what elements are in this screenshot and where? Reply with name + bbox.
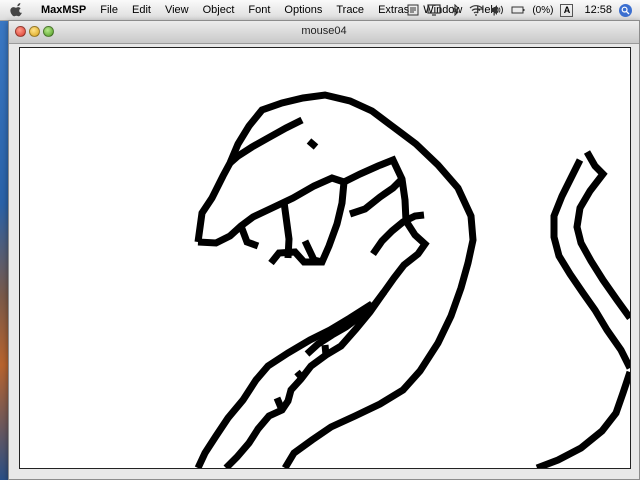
status-area: (0%) A 12:58 <box>406 0 640 20</box>
display-icon[interactable] <box>427 4 441 16</box>
volume-icon[interactable] <box>490 4 504 16</box>
menu-edit[interactable]: Edit <box>125 4 158 16</box>
menu-app-name[interactable]: MaxMSP <box>34 4 93 16</box>
menu-bar: MaxMSP File Edit View Object Font Option… <box>0 0 640 21</box>
menu-object[interactable]: Object <box>196 4 242 16</box>
bluetooth-icon[interactable] <box>448 4 462 16</box>
apple-icon[interactable] <box>10 3 24 17</box>
snake-head-outline <box>194 91 477 468</box>
input-menu-icon[interactable]: A <box>560 3 574 17</box>
drawing-canvas[interactable] <box>19 47 631 469</box>
menu-font[interactable]: Font <box>241 4 277 16</box>
patcher-window: mouse04 <box>8 20 640 480</box>
menu-clock[interactable]: 12:58 <box>584 4 612 16</box>
menu-view[interactable]: View <box>158 4 196 16</box>
menu-file[interactable]: File <box>93 4 125 16</box>
snake-fang-left <box>237 224 260 250</box>
battery-icon[interactable] <box>511 4 525 16</box>
spotlight-icon[interactable] <box>619 3 632 17</box>
wifi-icon[interactable] <box>469 4 483 16</box>
snake-eye <box>306 138 319 150</box>
snake-throat-inner <box>348 176 405 218</box>
input-menu-letter: A <box>563 5 571 15</box>
window-titlebar[interactable]: mouse04 <box>9 21 639 44</box>
menu-options[interactable]: Options <box>277 4 329 16</box>
snake-coil-lower <box>535 370 630 468</box>
script-icon[interactable] <box>406 4 420 16</box>
menu-trace[interactable]: Trace <box>329 4 371 16</box>
freehand-drawing <box>194 91 630 468</box>
window-title: mouse04 <box>301 25 347 37</box>
battery-percent: (0%) <box>532 4 554 16</box>
